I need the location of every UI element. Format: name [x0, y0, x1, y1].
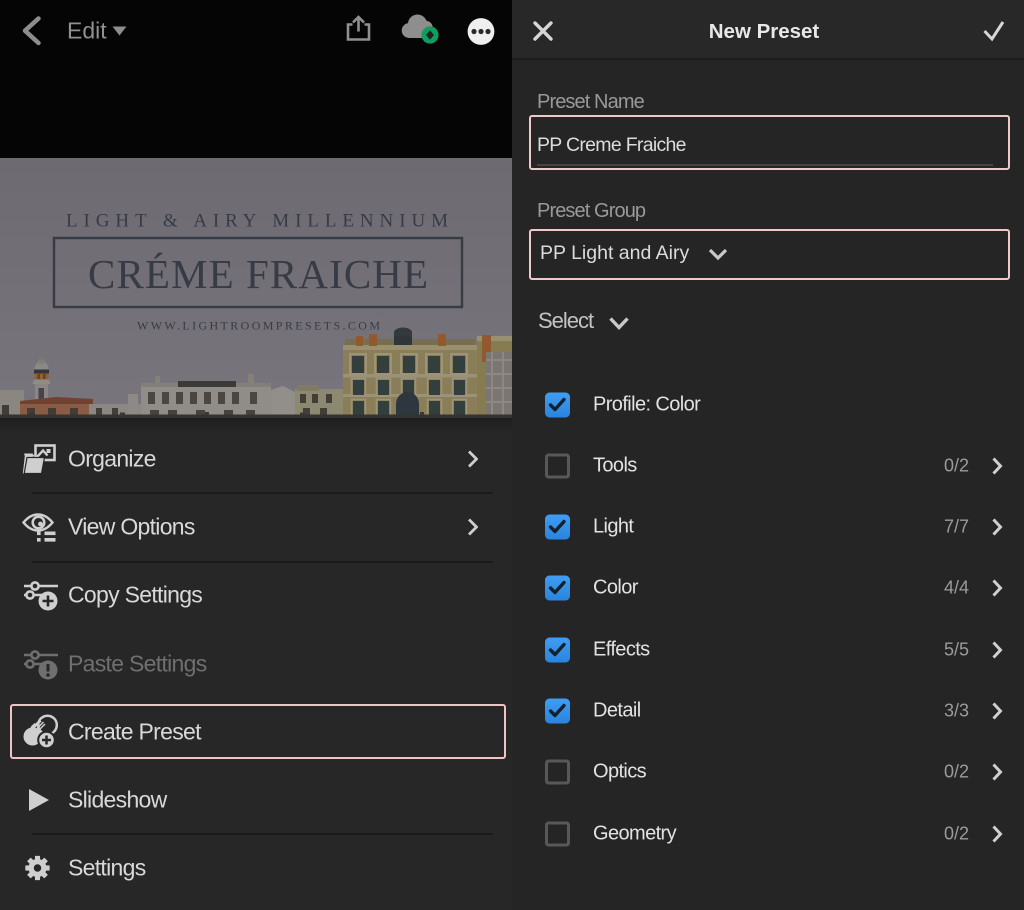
svg-text:WWW.LIGHTROOMPRESETS.COM: WWW.LIGHTROOMPRESETS.COM: [137, 319, 380, 333]
svg-text:New Preset: New Preset: [709, 20, 820, 43]
svg-text:CRÉME FRAICHE: CRÉME FRAICHE: [88, 251, 428, 297]
svg-text:Edit: Edit: [67, 18, 107, 44]
